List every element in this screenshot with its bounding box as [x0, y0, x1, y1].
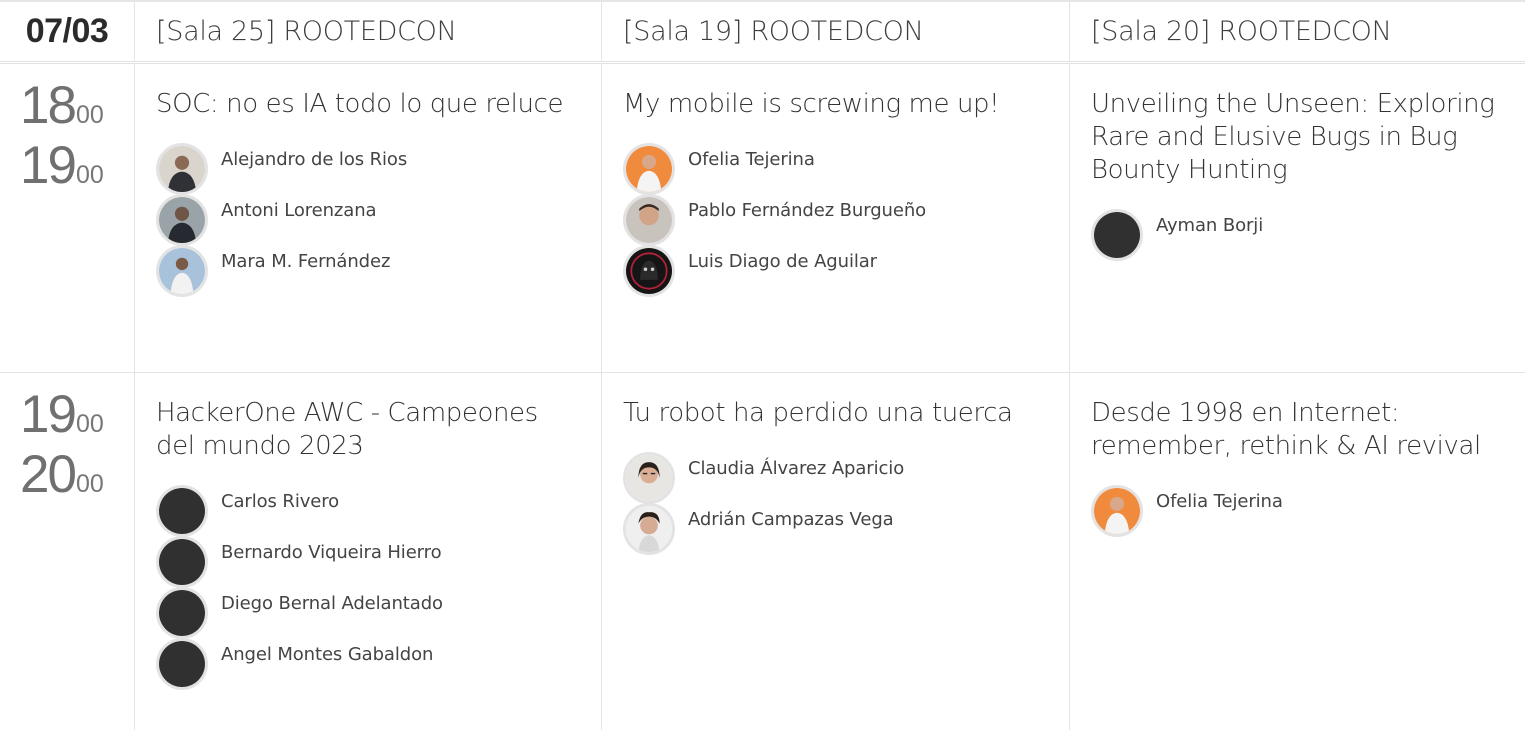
- room-header-sala-25: [Sala 25] ROOTEDCON: [135, 2, 602, 61]
- time-slot-row: 1800 1900 SOC: no es IA todo lo que relu…: [0, 64, 1525, 373]
- date-cell: 07/03: [0, 2, 135, 61]
- speaker-name[interactable]: Ofelia Tejerina: [1156, 491, 1283, 512]
- avatar: [156, 587, 208, 639]
- room-label: [Sala 25] ROOTEDCON: [156, 16, 457, 47]
- speaker-item[interactable]: Ayman Borji: [1091, 209, 1505, 261]
- speaker-name[interactable]: Adrián Campazas Vega: [688, 509, 894, 530]
- session-title[interactable]: My mobile is screwing me up!: [623, 88, 1049, 121]
- speaker-name[interactable]: Ayman Borji: [1156, 215, 1263, 236]
- session-card[interactable]: Desde 1998 en Internet: remember, rethin…: [1070, 373, 1525, 730]
- speaker-name[interactable]: Pablo Fernández Burgueño: [688, 200, 926, 221]
- speaker-name[interactable]: Angel Montes Gabaldon: [221, 644, 433, 665]
- avatar: [623, 452, 675, 504]
- avatar: [156, 143, 208, 195]
- time-cell: 1800 1900: [0, 64, 135, 372]
- speaker-item[interactable]: Diego Bernal Adelantado: [156, 587, 581, 639]
- avatar: [623, 503, 675, 555]
- avatar: [623, 143, 675, 195]
- start-time: 1900: [20, 385, 104, 444]
- avatar: [1091, 485, 1143, 537]
- avatar: [1091, 209, 1143, 261]
- speaker-name[interactable]: Bernardo Viqueira Hierro: [221, 542, 442, 563]
- end-time: 2000: [20, 445, 104, 504]
- avatar: [156, 536, 208, 588]
- avatar: [156, 194, 208, 246]
- session-title[interactable]: Unveiling the Unseen: Exploring Rare and…: [1091, 88, 1505, 187]
- speaker-name[interactable]: Claudia Álvarez Aparicio: [688, 458, 904, 479]
- speaker-item[interactable]: Carlos Rivero: [156, 485, 581, 537]
- session-title[interactable]: HackerOne AWC - Campeones del mundo 2023: [156, 397, 581, 463]
- room-header-sala-20: [Sala 20] ROOTEDCON: [1070, 2, 1525, 61]
- speaker-name[interactable]: Ofelia Tejerina: [688, 149, 815, 170]
- session-card[interactable]: SOC: no es IA todo lo que reluce Alejand…: [135, 64, 602, 372]
- start-time: 1800: [20, 76, 104, 135]
- speaker-item[interactable]: Alejandro de los Rios: [156, 143, 581, 195]
- speaker-item[interactable]: Luis Diago de Aguilar: [623, 245, 1049, 297]
- avatar: [156, 638, 208, 690]
- room-label: [Sala 19] ROOTEDCON: [623, 16, 924, 47]
- session-card[interactable]: HackerOne AWC - Campeones del mundo 2023…: [135, 373, 602, 730]
- time-slot-row: 1900 2000 HackerOne AWC - Campeones del …: [0, 373, 1525, 730]
- avatar: [156, 245, 208, 297]
- speaker-item[interactable]: Ofelia Tejerina: [623, 143, 1049, 195]
- session-title[interactable]: Desde 1998 en Internet: remember, rethin…: [1091, 397, 1505, 463]
- schedule-header: 07/03 [Sala 25] ROOTEDCON [Sala 19] ROOT…: [0, 0, 1525, 64]
- session-card[interactable]: Tu robot ha perdido una tuerca Claudia Á…: [602, 373, 1070, 730]
- speaker-name[interactable]: Carlos Rivero: [221, 491, 339, 512]
- speaker-name[interactable]: Diego Bernal Adelantado: [221, 593, 443, 614]
- speaker-item[interactable]: Bernardo Viqueira Hierro: [156, 536, 581, 588]
- speaker-name[interactable]: Mara M. Fernández: [221, 251, 390, 272]
- speaker-item[interactable]: Mara M. Fernández: [156, 245, 581, 297]
- speaker-name[interactable]: Luis Diago de Aguilar: [688, 251, 877, 272]
- room-header-sala-19: [Sala 19] ROOTEDCON: [602, 2, 1070, 61]
- speaker-item[interactable]: Adrián Campazas Vega: [623, 503, 1049, 555]
- speaker-item[interactable]: Pablo Fernández Burgueño: [623, 194, 1049, 246]
- session-card[interactable]: My mobile is screwing me up! Ofelia Teje…: [602, 64, 1070, 372]
- end-time: 1900: [20, 136, 104, 195]
- speaker-name[interactable]: Antoni Lorenzana: [221, 200, 377, 221]
- room-label: [Sala 20] ROOTEDCON: [1091, 16, 1392, 47]
- time-cell: 1900 2000: [0, 373, 135, 730]
- speaker-name[interactable]: Alejandro de los Rios: [221, 149, 407, 170]
- avatar: [623, 245, 675, 297]
- session-title[interactable]: SOC: no es IA todo lo que reluce: [156, 88, 581, 121]
- avatar: [156, 485, 208, 537]
- session-title[interactable]: Tu robot ha perdido una tuerca: [623, 397, 1049, 430]
- speaker-item[interactable]: Antoni Lorenzana: [156, 194, 581, 246]
- speaker-item[interactable]: Claudia Álvarez Aparicio: [623, 452, 1049, 504]
- avatar: [623, 194, 675, 246]
- speaker-item[interactable]: Angel Montes Gabaldon: [156, 638, 581, 690]
- speaker-item[interactable]: Ofelia Tejerina: [1091, 485, 1505, 537]
- date-label: 07/03: [25, 12, 109, 50]
- session-card[interactable]: Unveiling the Unseen: Exploring Rare and…: [1070, 64, 1525, 372]
